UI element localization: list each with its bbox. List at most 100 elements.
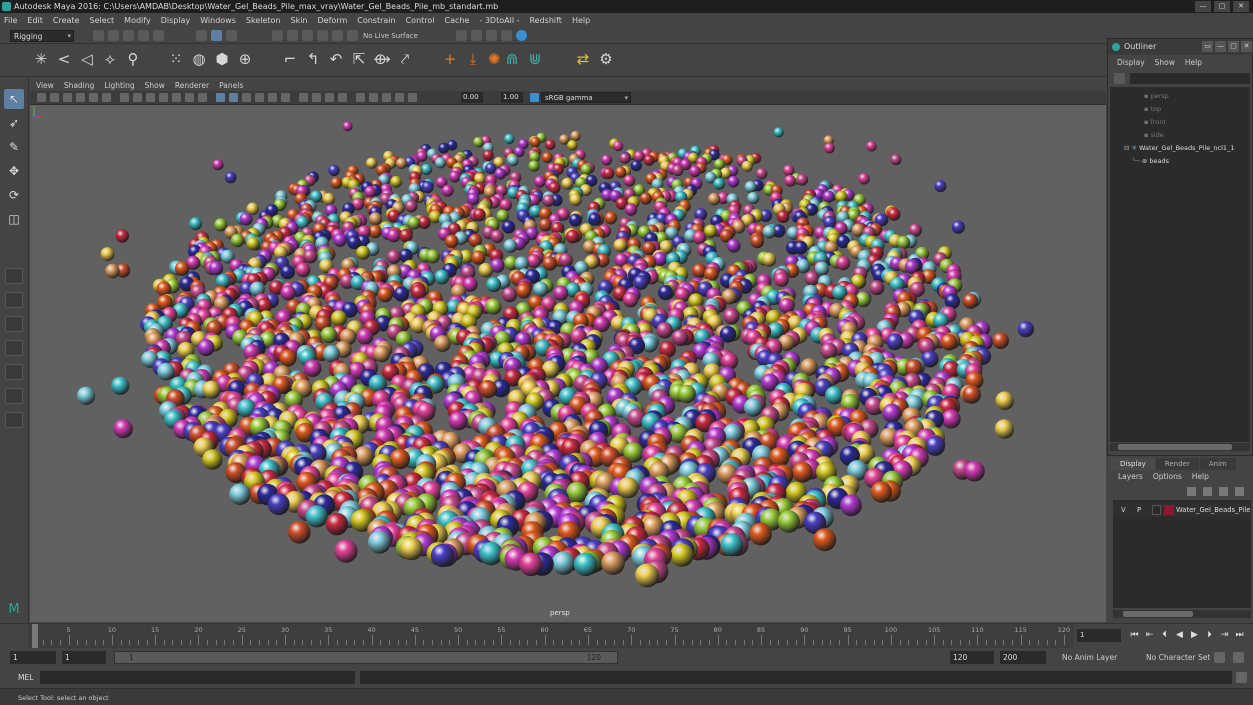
- time-slider-track[interactable]: 1510152025303540455055606570758085909510…: [28, 624, 1074, 648]
- step-back-key-icon[interactable]: ⇤: [1144, 629, 1155, 641]
- motion-blur-icon[interactable]: [312, 93, 321, 102]
- play-forward-icon[interactable]: ▶: [1189, 629, 1200, 641]
- menu-deform[interactable]: Deform: [318, 16, 348, 25]
- layout-custom-icon[interactable]: [5, 388, 23, 404]
- snap-curve-icon[interactable]: [287, 30, 298, 41]
- wrap-icon[interactable]: ⬢: [212, 49, 232, 69]
- outliner-item-top[interactable]: ▪ top: [1144, 105, 1161, 113]
- ik-spline-icon[interactable]: ◁: [77, 49, 97, 69]
- move-layer-up-icon[interactable]: [1187, 487, 1196, 496]
- field-chart-icon[interactable]: [172, 93, 181, 102]
- shadows-icon[interactable]: [281, 93, 290, 102]
- menu-select[interactable]: Select: [89, 16, 114, 25]
- outliner-float-button[interactable]: ▭: [1202, 41, 1213, 52]
- select-object-icon[interactable]: [211, 30, 222, 41]
- layout-four-icon[interactable]: [5, 292, 23, 308]
- humanik-icon[interactable]: ⚲: [123, 49, 143, 69]
- layer-playback-toggle[interactable]: P: [1137, 506, 1141, 514]
- xray-icon[interactable]: [369, 93, 378, 102]
- menu-create[interactable]: Create: [53, 16, 80, 25]
- character-set-dropdown[interactable]: No Character Set: [1146, 653, 1210, 662]
- playback-start-field[interactable]: 1: [62, 651, 106, 664]
- menu-modify[interactable]: Modify: [124, 16, 151, 25]
- menu-help[interactable]: Help: [572, 16, 590, 25]
- outliner-menu-display[interactable]: Display: [1117, 58, 1145, 70]
- render-frame-icon[interactable]: [471, 30, 482, 41]
- joint-tool-icon[interactable]: ✳: [31, 49, 51, 69]
- menu-skin[interactable]: Skin: [291, 16, 308, 25]
- outliner-filter-icon[interactable]: [1114, 73, 1125, 84]
- outliner-menu-show[interactable]: Show: [1155, 58, 1175, 70]
- save-scene-icon[interactable]: [123, 30, 134, 41]
- lattice-icon[interactable]: ◍: [189, 49, 209, 69]
- isolate-select-icon[interactable]: [356, 93, 365, 102]
- playback-end-field[interactable]: 120: [950, 651, 994, 664]
- default-material-icon[interactable]: [242, 93, 251, 102]
- layer-menu-layers[interactable]: Layers: [1118, 472, 1143, 484]
- perspective-viewport[interactable]: persp: [30, 105, 1106, 622]
- outliner-menu-help[interactable]: Help: [1185, 58, 1202, 70]
- panel-menu-view[interactable]: View: [36, 81, 54, 90]
- new-scene-icon[interactable]: [93, 30, 104, 41]
- redo-icon[interactable]: [153, 30, 164, 41]
- film-gate-icon[interactable]: [133, 93, 142, 102]
- layer-row[interactable]: V P Water_Gel_Beads_Pile: [1113, 503, 1251, 517]
- open-scene-icon[interactable]: [108, 30, 119, 41]
- animation-start-field[interactable]: 1: [10, 651, 56, 664]
- menu-cache[interactable]: Cache: [445, 16, 470, 25]
- bookmarks-icon[interactable]: [63, 93, 72, 102]
- layer-color-swatch[interactable]: [1164, 505, 1174, 515]
- mel-label[interactable]: MEL: [18, 673, 33, 682]
- orient-constraint-icon[interactable]: ⋒: [502, 49, 522, 69]
- tab-anim-layers[interactable]: Anim: [1199, 458, 1236, 470]
- connection-editor-icon[interactable]: ⚙: [596, 49, 616, 69]
- step-forward-frame-icon[interactable]: ⏵: [1204, 629, 1215, 641]
- screen-space-ao-icon[interactable]: [299, 93, 308, 102]
- play-backward-icon[interactable]: ◀: [1174, 629, 1185, 641]
- new-layer-selected-icon[interactable]: [1235, 487, 1244, 496]
- outliner-max-button[interactable]: ▢: [1228, 41, 1239, 52]
- ik-handle-icon[interactable]: <: [54, 49, 74, 69]
- outliner-horizontal-scrollbar[interactable]: [1110, 443, 1250, 451]
- undo-icon[interactable]: [138, 30, 149, 41]
- script-editor-icon[interactable]: [1236, 672, 1247, 683]
- range-slider-bar[interactable]: 1 120: [114, 651, 618, 664]
- wire-icon[interactable]: ⊕: [235, 49, 255, 69]
- color-management-icon[interactable]: [530, 93, 539, 102]
- snap-surface-icon[interactable]: [332, 30, 343, 41]
- go-to-start-icon[interactable]: ⏮: [1129, 629, 1140, 641]
- layout-persp-graph-icon[interactable]: [5, 340, 23, 356]
- exposure-icon[interactable]: [408, 93, 417, 102]
- move-tool-icon[interactable]: ✥: [4, 161, 24, 181]
- locator-icon[interactable]: +: [440, 49, 460, 69]
- menu-constrain[interactable]: Constrain: [357, 16, 395, 25]
- rotate-tool-icon[interactable]: ⟳: [4, 185, 24, 205]
- depth-of-field-icon[interactable]: [338, 93, 347, 102]
- layout-hypershade-icon[interactable]: [5, 364, 23, 380]
- render-view-icon[interactable]: [456, 30, 467, 41]
- close-button[interactable]: ✕: [1233, 1, 1249, 12]
- image-plane-icon[interactable]: [76, 93, 85, 102]
- grid-icon[interactable]: [120, 93, 129, 102]
- select-hierarchy-icon[interactable]: [196, 30, 207, 41]
- outliner-item-side[interactable]: ▪ side: [1144, 131, 1164, 139]
- gamma-field[interactable]: 1.00: [501, 92, 523, 103]
- mirror-weights-icon[interactable]: ⇱: [349, 49, 369, 69]
- outliner-min-button[interactable]: —: [1215, 41, 1226, 52]
- select-camera-icon[interactable]: [37, 93, 46, 102]
- smooth-shade-icon[interactable]: [229, 93, 238, 102]
- render-settings-icon[interactable]: [501, 30, 512, 41]
- camera-attributes-icon[interactable]: [50, 93, 59, 102]
- smooth-bind-icon[interactable]: ↰: [303, 49, 323, 69]
- scale-tool-icon[interactable]: ◫: [4, 209, 24, 229]
- layer-visibility-toggle[interactable]: V: [1121, 506, 1126, 514]
- outliner-item-beads[interactable]: └─ ⊛ beads: [1132, 157, 1169, 165]
- step-forward-key-icon[interactable]: ⇥: [1219, 629, 1230, 641]
- select-tool-icon[interactable]: ↖: [4, 89, 24, 109]
- minimize-button[interactable]: —: [1195, 1, 1211, 12]
- backface-culling-icon[interactable]: [395, 93, 404, 102]
- paint-select-icon[interactable]: ✎: [4, 137, 24, 157]
- outliner-item-persp[interactable]: ▪ persp: [1144, 92, 1169, 100]
- maximize-button[interactable]: ▢: [1214, 1, 1230, 12]
- tab-render-layers[interactable]: Render: [1155, 458, 1199, 470]
